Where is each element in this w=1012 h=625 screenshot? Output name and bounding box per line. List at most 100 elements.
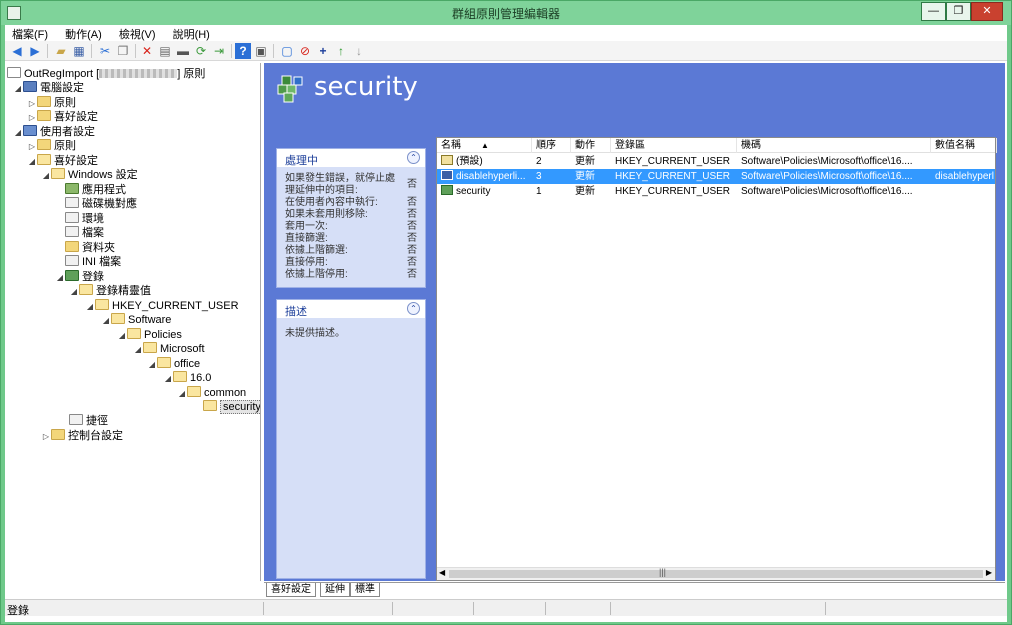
up-folder-icon[interactable]: ▰ [53, 43, 69, 59]
control-panel-icon [51, 429, 65, 440]
tree-common[interactable]: ◢ common [177, 386, 246, 401]
tree-drive-maps[interactable]: 磁碟機對應 [65, 197, 137, 212]
status-bar: 登錄 [5, 599, 1007, 617]
scroll-left-icon[interactable]: ◀ [439, 568, 445, 577]
tree-hkcu[interactable]: ◢ HKEY_CURRENT_USER [85, 299, 239, 314]
minimize-button[interactable]: — [921, 2, 946, 21]
processing-panel: 處理中 ⌃ 如果發生錯誤，就停止處理延伸中的項目: 否 在使用者內容中執行: 否 如… [276, 148, 426, 288]
copy-icon[interactable]: ❐ [115, 43, 131, 59]
scroll-thumb[interactable]: ||| [449, 567, 983, 578]
tree-folders[interactable]: 資料夾 [65, 241, 115, 256]
processing-panel-header[interactable]: 處理中 ⌃ [277, 149, 425, 167]
string-value-icon [441, 155, 453, 165]
column-header-key[interactable]: 機碼 [737, 138, 931, 153]
tree-root[interactable]: OutRegImport [] 原則 [7, 67, 205, 82]
collapse-arrow-icon[interactable]: ◢ [163, 371, 173, 386]
collapse-arrow-icon[interactable]: ◢ [13, 125, 23, 140]
tree-windows-settings[interactable]: ◢ Windows 設定 [41, 168, 138, 183]
add-icon[interactable]: + [315, 43, 331, 59]
tree-microsoft[interactable]: ◢ Microsoft [133, 342, 205, 357]
collapse-chevron-icon[interactable]: ⌃ [407, 302, 420, 315]
tree-office[interactable]: ◢ office [147, 357, 200, 372]
view-icon[interactable]: ▣ [253, 43, 269, 59]
collapse-chevron-icon[interactable]: ⌃ [407, 151, 420, 164]
tree-version[interactable]: ◢ 16.0 [163, 371, 211, 386]
tree-registry[interactable]: ◢ 登錄 [55, 270, 104, 285]
tree-c-policies[interactable]: ▷ 原則 [27, 96, 76, 111]
tree-control-panel[interactable]: ▷ 控制台設定 [41, 429, 123, 444]
tree-view[interactable]: OutRegImport [] 原則 ◢ 電腦設定 ▷ 原則 ▷ 喜好設定 ◢ 使用者設… [5, 63, 261, 581]
tree-u-preferences[interactable]: ◢ 喜好設定 [27, 154, 98, 169]
show-hide-tree-icon[interactable]: ▦ [71, 43, 87, 59]
forward-arrow-icon[interactable]: ▶ [27, 43, 43, 59]
collapse-arrow-icon[interactable]: ◢ [85, 299, 95, 314]
column-header-value-name[interactable]: 數值名稱 [931, 138, 997, 153]
tree-software[interactable]: ◢ Software [101, 313, 171, 328]
horizontal-scrollbar[interactable]: ◀ ||| ▶ [437, 567, 995, 580]
column-header-action[interactable]: 動作 [571, 138, 611, 153]
tree-ini-files[interactable]: INI 檔案 [65, 255, 121, 270]
files-icon [65, 226, 79, 237]
processing-row: 如果發生錯誤，就停止處理延伸中的項目: 否 [285, 173, 417, 196]
tree-security[interactable]: security [203, 400, 260, 415]
properties-icon[interactable]: ▤ [157, 43, 173, 59]
folder-icon [37, 139, 51, 150]
collapse-arrow-icon[interactable]: ◢ [117, 328, 127, 343]
registry-key-icon [441, 185, 453, 195]
expand-arrow-icon[interactable]: ▷ [27, 139, 37, 154]
tree-environment[interactable]: 環境 [65, 212, 104, 227]
list-item-selected[interactable]: disablehyperli... 3 更新 HKEY_CURRENT_USER… [437, 169, 995, 184]
collapse-arrow-icon[interactable]: ◢ [177, 386, 187, 401]
tree-computer-config[interactable]: ◢ 電腦設定 [13, 81, 84, 96]
collapse-arrow-icon[interactable]: ◢ [69, 284, 79, 299]
tree-shortcuts[interactable]: 捷徑 [69, 414, 108, 429]
move-up-icon[interactable]: ↑ [333, 43, 349, 59]
applications-icon [65, 183, 79, 194]
column-header-name[interactable]: 名稱 ▲ [437, 138, 532, 153]
processing-row: 直接停用: 否 [285, 257, 417, 268]
stop-icon[interactable]: ⊘ [297, 43, 313, 59]
menu-bar: 檔案(F) 動作(A) 檢視(V) 說明(H) [5, 25, 1007, 41]
tab-standard[interactable]: 標準 [350, 583, 380, 597]
collapse-arrow-icon[interactable]: ◢ [133, 342, 143, 357]
tree-applications[interactable]: 應用程式 [65, 183, 126, 198]
move-down-icon[interactable]: ↓ [351, 43, 367, 59]
tree-files[interactable]: 檔案 [65, 226, 104, 241]
tree-user-config[interactable]: ◢ 使用者設定 [13, 125, 95, 140]
tree-registry-wizard[interactable]: ◢ 登錄精靈值 [69, 284, 151, 299]
expand-arrow-icon[interactable]: ▷ [27, 96, 37, 111]
scroll-right-icon[interactable]: ▶ [986, 568, 992, 577]
column-header-hive[interactable]: 登錄區 [611, 138, 737, 153]
list-item[interactable]: security 1 更新 HKEY_CURRENT_USER Software… [437, 184, 995, 199]
tab-preferences[interactable]: 喜好設定 [266, 583, 316, 597]
tree-policies[interactable]: ◢ Policies [117, 328, 182, 343]
maximize-button[interactable]: ❐ [946, 2, 971, 21]
back-arrow-icon[interactable]: ◀ [9, 43, 25, 59]
export-icon[interactable]: ⇥ [211, 43, 227, 59]
cut-icon[interactable]: ✂ [97, 43, 113, 59]
expand-arrow-icon[interactable]: ▷ [41, 429, 51, 444]
collapse-arrow-icon[interactable]: ◢ [55, 270, 65, 285]
collapse-arrow-icon[interactable]: ◢ [101, 313, 111, 328]
collapse-arrow-icon[interactable]: ◢ [41, 168, 51, 183]
help-icon[interactable]: ? [235, 43, 251, 59]
title-bar[interactable]: 群組原則管理編輯器 — ❐ ✕ [1, 1, 1011, 25]
collapse-arrow-icon[interactable]: ◢ [147, 357, 157, 372]
tree-u-policies[interactable]: ▷ 原則 [27, 139, 76, 154]
tab-extended[interactable]: 延伸 [320, 583, 350, 597]
print-icon[interactable]: ▬ [175, 43, 191, 59]
close-button[interactable]: ✕ [971, 2, 1003, 21]
column-header-order[interactable]: 順序 [532, 138, 571, 153]
collapse-arrow-icon[interactable]: ◢ [13, 81, 23, 96]
open-folder-icon [157, 357, 171, 368]
tree-c-preferences[interactable]: ▷ 喜好設定 [27, 110, 98, 125]
new-icon[interactable]: ▢ [279, 43, 295, 59]
collapse-arrow-icon[interactable]: ◢ [27, 154, 37, 169]
drive-icon [65, 197, 79, 208]
expand-arrow-icon[interactable]: ▷ [27, 110, 37, 125]
list-item[interactable]: (預設) 2 更新 HKEY_CURRENT_USER Software\Pol… [437, 154, 995, 169]
description-panel-header[interactable]: 描述 ⌃ [277, 300, 425, 318]
refresh-icon[interactable]: ⟳ [193, 43, 209, 59]
settings-list[interactable]: 名稱 ▲ 順序 動作 登錄區 機碼 數值名稱 (預設) 2 更新 HKEY_CUR… [436, 137, 997, 581]
delete-icon[interactable]: ✕ [139, 43, 155, 59]
